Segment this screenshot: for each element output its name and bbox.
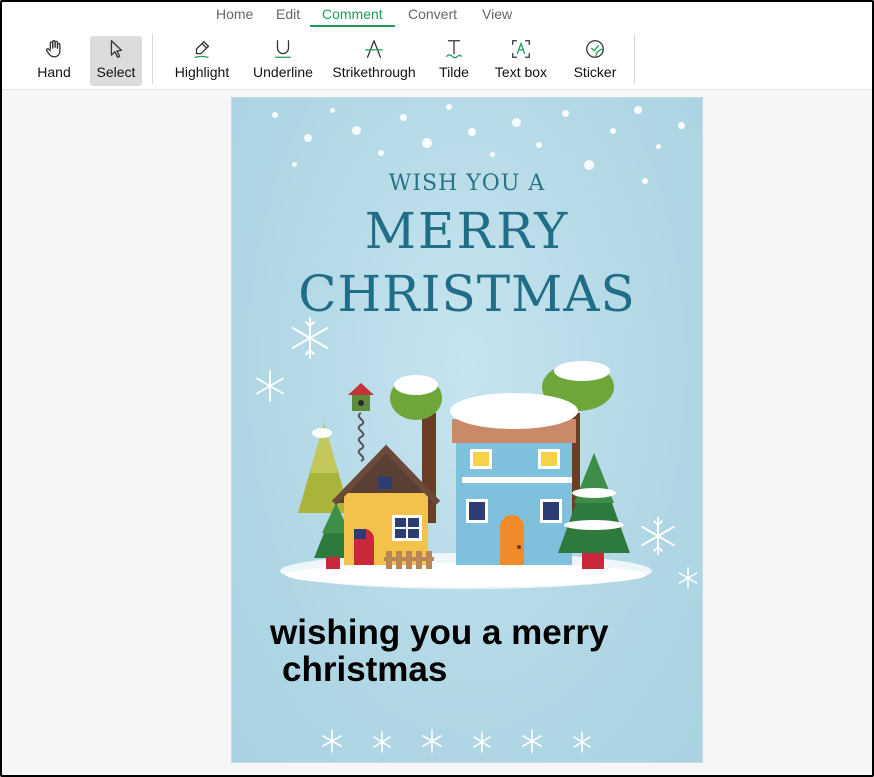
tab-home[interactable]: Home xyxy=(216,5,253,27)
app-window: Home Edit Comment Convert View Hand Sele… xyxy=(0,0,874,777)
added-text-annotation[interactable]: wishing you a merry christmas xyxy=(270,614,690,688)
highlighter-icon xyxy=(194,41,210,58)
snow-dot xyxy=(378,150,384,156)
snow-dot xyxy=(272,112,278,118)
snow-dot xyxy=(304,134,312,142)
tab-view[interactable]: View xyxy=(482,5,512,27)
snowflake-border-icon xyxy=(322,729,591,753)
text-box-tool-label: Text box xyxy=(494,64,548,80)
select-tool-button[interactable]: Select xyxy=(90,36,142,86)
underline-tool-button[interactable]: Underline xyxy=(250,36,316,86)
underline-icon xyxy=(275,40,291,58)
snow-dot xyxy=(292,162,297,167)
tab-convert[interactable]: Convert xyxy=(408,5,457,27)
hand-tool-button[interactable]: Hand xyxy=(32,36,76,86)
text-box-icon xyxy=(512,40,530,58)
tilde-tool-button[interactable]: Tilde xyxy=(434,36,474,86)
snow-dot xyxy=(562,110,569,117)
snow-dot xyxy=(330,108,335,113)
snow-dot xyxy=(584,160,594,170)
tab-edit[interactable]: Edit xyxy=(276,5,300,27)
snowflake-icon xyxy=(678,567,698,589)
snow-dot xyxy=(400,114,407,121)
highlight-tool-label: Highlight xyxy=(174,64,230,80)
snow-dot xyxy=(446,104,452,110)
added-text-line1: wishing you a merry xyxy=(270,613,609,652)
snow-dot xyxy=(610,128,616,134)
card-title-line2: MERRY xyxy=(364,202,570,260)
tilde-icon xyxy=(446,40,462,59)
document-canvas[interactable]: WISH YOU A MERRY CHRISTMAS wishing you a… xyxy=(2,91,872,775)
pdf-page[interactable]: WISH YOU A MERRY CHRISTMAS wishing you a… xyxy=(231,97,703,763)
strikethrough-tool-button[interactable]: Strikethrough xyxy=(328,36,420,86)
strikethrough-icon xyxy=(365,40,383,58)
added-text-line2: christmas xyxy=(282,650,448,689)
tilde-tool-label: Tilde xyxy=(439,64,469,80)
snow-dot xyxy=(512,118,521,127)
snow-dot xyxy=(490,152,495,157)
snow-dot xyxy=(352,126,361,135)
snow-dot xyxy=(422,138,432,148)
toolbar-divider xyxy=(634,34,635,84)
comment-toolbar: Hand Select Highlight Underline Striketh… xyxy=(2,28,872,90)
tab-comment[interactable]: Comment xyxy=(310,5,395,27)
strikethrough-tool-label: Strikethrough xyxy=(332,64,416,80)
text-box-tool-button[interactable]: Text box xyxy=(490,36,552,86)
christmas-houses-illustration xyxy=(280,361,652,589)
snow-dot xyxy=(678,122,685,129)
sticker-icon xyxy=(586,40,604,58)
underline-tool-label: Underline xyxy=(253,64,313,80)
sticker-tool-button[interactable]: Sticker xyxy=(568,36,622,86)
snow-dot xyxy=(468,128,476,136)
snow-dot xyxy=(656,144,661,149)
hand-icon xyxy=(46,40,61,58)
menu-bar: Home Edit Comment Convert View xyxy=(2,2,872,28)
toolbar-divider xyxy=(152,34,153,84)
select-tool-label: Select xyxy=(96,64,136,80)
card-title-line1: WISH YOU A xyxy=(388,171,546,196)
highlight-tool-button[interactable]: Highlight xyxy=(170,36,234,86)
snow-dot xyxy=(634,106,642,114)
sticker-tool-label: Sticker xyxy=(573,64,617,80)
cursor-icon xyxy=(110,40,123,58)
hand-tool-label: Hand xyxy=(37,64,71,80)
snow-dot xyxy=(536,142,542,148)
